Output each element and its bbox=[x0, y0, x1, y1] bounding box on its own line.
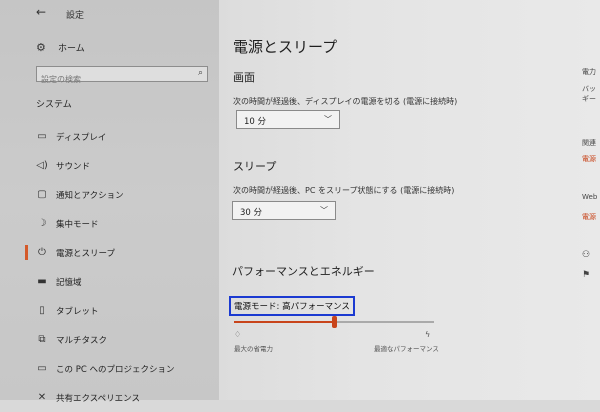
notification-icon: ▢ bbox=[37, 189, 47, 200]
page-title: 電源とスリープ bbox=[233, 38, 338, 56]
multitask-icon: ⧉ bbox=[38, 334, 46, 345]
screen-description: 次の時間が経過後、ディスプレイの電源を切る (電源に接続時) bbox=[233, 97, 458, 106]
sidebar-nav: ▭ ディスプレイ ◁) サウンド ▢ 通知とアクション ☽ 集中モード ⏻ 電源… bbox=[0, 122, 219, 412]
power-icon: ⏻ bbox=[38, 247, 46, 258]
chevron-down-icon: ﹀ bbox=[320, 206, 328, 215]
related-label: ギー bbox=[582, 95, 596, 103]
sleep-heading: スリープ bbox=[233, 160, 277, 173]
sidebar-item-sound[interactable]: ◁) サウンド bbox=[0, 151, 219, 180]
power-slider-thumb[interactable] bbox=[332, 316, 337, 328]
main-panel: 電源とスリープ 画面 次の時間が経過後、ディスプレイの電源を切る (電源に接続時… bbox=[219, 0, 600, 400]
sleep-timeout-dropdown[interactable]: 30 分 ﹀ bbox=[232, 201, 336, 220]
home-link[interactable]: ⚙ ホーム bbox=[36, 39, 85, 55]
share-icon: ✕ bbox=[37, 392, 47, 403]
performance-heading: パフォーマンスとエネルギー bbox=[232, 265, 375, 278]
sidebar: ← 設定 ⚙ ホーム ⌕ システム ▭ ディスプレイ ◁) サウンド ▢ 通知と… bbox=[0, 0, 219, 404]
sidebar-item-label: 電源とスリープ bbox=[56, 248, 115, 259]
slider-right-label: 最適なパフォーマンス bbox=[374, 345, 439, 353]
slider-left-label: 最大の省電力 bbox=[234, 345, 273, 353]
storage-icon: ▬ bbox=[37, 276, 47, 287]
battery-saver-icon: ♢ bbox=[234, 330, 242, 339]
feedback-icon[interactable]: ⚑ bbox=[582, 270, 590, 280]
moon-icon: ☽ bbox=[37, 218, 47, 229]
search-input[interactable] bbox=[37, 72, 191, 87]
title-bar: ← 設定 bbox=[0, 0, 219, 26]
sidebar-item-storage[interactable]: ▬ 記憶域 bbox=[0, 267, 219, 296]
power-mode-label: 電源モード: 高パフォーマンス bbox=[229, 296, 355, 316]
sidebar-item-notifications[interactable]: ▢ 通知とアクション bbox=[0, 180, 219, 209]
app-title: 設定 bbox=[66, 11, 85, 21]
screen-timeout-dropdown[interactable]: 10 分 ﹀ bbox=[236, 110, 340, 129]
sidebar-item-shared[interactable]: ✕ 共有エクスペリエンス bbox=[0, 383, 219, 412]
back-arrow-icon[interactable]: ← bbox=[36, 5, 46, 19]
sidebar-item-label: ディスプレイ bbox=[56, 132, 107, 143]
search-box[interactable]: ⌕ bbox=[36, 66, 208, 87]
sleep-description: 次の時間が経過後、PC をスリープ状態にする (電源に接続時) bbox=[233, 186, 455, 195]
sidebar-item-label: サウンド bbox=[56, 161, 91, 172]
performance-icon: ϟ bbox=[425, 330, 431, 339]
home-label: ホーム bbox=[58, 43, 85, 54]
sidebar-item-label: 集中モード bbox=[56, 219, 99, 230]
help-icon[interactable]: ⚇ bbox=[582, 250, 590, 260]
section-label: システム bbox=[36, 100, 72, 110]
dropdown-value: 10 分 bbox=[244, 117, 267, 127]
sidebar-item-label: この PC へのプロジェクション bbox=[56, 364, 175, 375]
related-settings-column: 電力 バッ ギー 関連 電源 Web 電源 ⚇ ⚑ bbox=[582, 0, 600, 400]
related-label: バッ bbox=[582, 85, 596, 93]
screen-heading: 画面 bbox=[233, 71, 255, 84]
chevron-down-icon: ﹀ bbox=[324, 115, 332, 124]
sidebar-item-label: マルチタスク bbox=[56, 335, 108, 346]
sidebar-item-multitask[interactable]: ⧉ マルチタスク bbox=[0, 325, 219, 354]
sidebar-item-label: 共有エクスペリエンス bbox=[56, 393, 140, 404]
sidebar-item-label: 記憶域 bbox=[56, 277, 82, 288]
sidebar-item-label: 通知とアクション bbox=[56, 190, 124, 201]
sidebar-item-display[interactable]: ▭ ディスプレイ bbox=[0, 122, 219, 151]
sidebar-item-focus[interactable]: ☽ 集中モード bbox=[0, 209, 219, 238]
projection-icon: ▭ bbox=[37, 363, 47, 374]
sound-icon: ◁) bbox=[36, 160, 48, 171]
dropdown-value: 30 分 bbox=[240, 208, 263, 218]
related-heading: Web bbox=[582, 193, 598, 201]
display-icon: ▭ bbox=[37, 131, 47, 142]
related-link[interactable]: 電源 bbox=[582, 212, 596, 222]
sidebar-item-projection[interactable]: ▭ この PC へのプロジェクション bbox=[0, 354, 219, 383]
sidebar-item-tablet[interactable]: ▯ タブレット bbox=[0, 296, 219, 325]
related-link[interactable]: 電源 bbox=[582, 154, 596, 164]
related-heading: 関連 bbox=[582, 139, 596, 147]
search-icon[interactable]: ⌕ bbox=[198, 68, 203, 78]
sidebar-item-label: タブレット bbox=[56, 306, 99, 317]
sidebar-item-power-sleep[interactable]: ⏻ 電源とスリープ bbox=[0, 238, 219, 267]
gear-icon: ⚙ bbox=[36, 40, 46, 54]
tablet-icon: ▯ bbox=[39, 305, 45, 316]
settings-window: ← 設定 ⚙ ホーム ⌕ システム ▭ ディスプレイ ◁) サウンド ▢ 通知と… bbox=[0, 0, 600, 404]
power-slider-fill bbox=[234, 321, 334, 323]
related-label: 電力 bbox=[582, 68, 596, 76]
